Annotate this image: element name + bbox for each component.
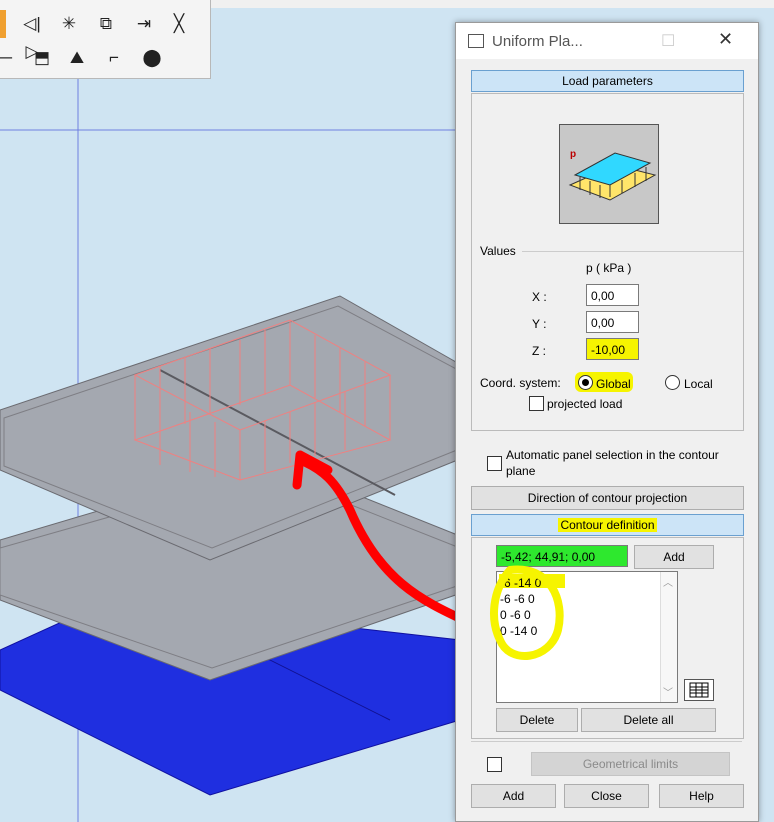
x-label: X : xyxy=(532,290,547,304)
asterisk-icon[interactable]: ✳ xyxy=(55,10,83,38)
units-label: p ( kPa ) xyxy=(586,261,632,275)
global-radio-label: Global xyxy=(596,377,631,391)
projected-load-checkbox[interactable] xyxy=(529,396,544,411)
add-button[interactable]: Add xyxy=(471,784,556,808)
load-parameters-header[interactable]: Load parameters xyxy=(471,70,744,92)
auto-panel-label-1: Automatic panel selection in the contour xyxy=(506,448,719,462)
tool-palette: ◁|▷ ✳ ⧉ ⇥ ╳ ─ ⬒ ⛰ ⌐ ⬤ xyxy=(0,0,211,79)
uniform-planar-load-dialog: Uniform Pla... ☐ ✕ Load parameters p Val… xyxy=(455,22,759,822)
contour-definition-title: Contour definition xyxy=(558,518,657,532)
uniform-load-icon: p xyxy=(559,124,659,224)
scroll-down-icon[interactable]: ﹀ xyxy=(663,684,673,699)
delete-all-button[interactable]: Delete all xyxy=(581,708,716,732)
close-icon[interactable]: ✕ xyxy=(718,29,733,50)
extend-icon[interactable]: ⇥ xyxy=(130,10,158,38)
load-parameters-panel: p Values p ( kPa ) X : 0,00 Y : 0,00 Z :… xyxy=(471,93,744,431)
projected-load-label: projected load xyxy=(547,397,623,411)
object-icon[interactable]: ⬤ xyxy=(138,44,166,72)
revolve-icon[interactable]: ⛰ xyxy=(63,44,91,72)
yellow-annotation-circle xyxy=(490,565,564,660)
geometrical-limits-button[interactable]: Geometrical limits xyxy=(531,752,730,776)
auto-panel-label-2: plane xyxy=(506,464,536,478)
geometrical-limits-checkbox[interactable] xyxy=(487,757,502,772)
line-icon[interactable]: ─ xyxy=(0,44,20,72)
help-button[interactable]: Help xyxy=(659,784,744,808)
list-scrollbar[interactable]: ︿ ﹀ xyxy=(660,572,677,702)
p-letter: p xyxy=(570,149,577,160)
z-label: Z : xyxy=(532,344,546,358)
divider xyxy=(471,741,742,742)
scale-icon[interactable]: ⧉ xyxy=(92,10,120,38)
top-strip xyxy=(210,0,774,8)
dialog-title: Uniform Pla... xyxy=(492,33,583,50)
intersect-icon[interactable]: ╳ xyxy=(165,10,193,38)
y-label: Y : xyxy=(532,317,547,331)
add-point-button[interactable]: Add xyxy=(634,545,714,569)
x-value-field[interactable]: 0,00 xyxy=(586,284,639,306)
close-button[interactable]: Close xyxy=(564,784,649,808)
local-radio[interactable] xyxy=(665,375,680,390)
coord-system-label: Coord. system: xyxy=(480,376,561,390)
mirror-icon[interactable]: ◁|▷ xyxy=(18,10,46,61)
local-radio-label: Local xyxy=(684,377,713,391)
window-icon xyxy=(468,34,484,48)
tool-icon-1[interactable] xyxy=(0,10,6,38)
contour-definition-header[interactable]: Contour definition xyxy=(471,514,744,536)
direction-of-contour-projection-button[interactable]: Direction of contour projection xyxy=(471,486,744,510)
delete-button[interactable]: Delete xyxy=(496,708,578,732)
z-value-field[interactable]: -10,00 xyxy=(586,338,639,360)
maximize-icon[interactable]: ☐ xyxy=(661,31,675,51)
extrude-icon[interactable]: ⬒ xyxy=(28,44,56,72)
auto-panel-checkbox[interactable] xyxy=(487,456,502,471)
global-radio[interactable] xyxy=(578,375,593,390)
values-label: Values xyxy=(480,244,516,258)
values-divider xyxy=(522,251,743,252)
dialog-titlebar[interactable]: Uniform Pla... ☐ ✕ xyxy=(456,23,758,59)
scroll-up-icon[interactable]: ︿ xyxy=(663,574,673,589)
y-value-field[interactable]: 0,00 xyxy=(586,311,639,333)
table-icon[interactable] xyxy=(684,679,714,701)
pipe-icon[interactable]: ⌐ xyxy=(100,44,128,72)
